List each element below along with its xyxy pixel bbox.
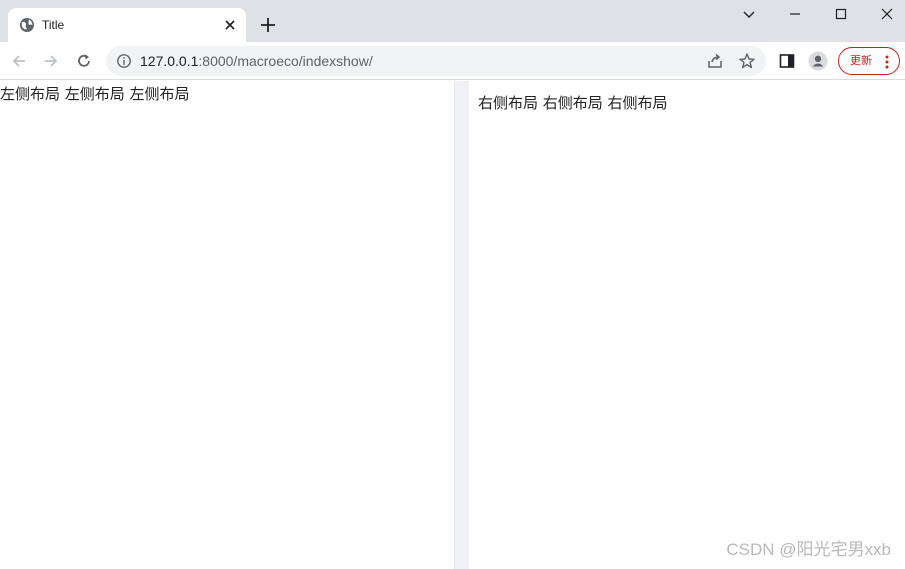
minimize-icon[interactable] xyxy=(787,6,803,22)
title-bar: Title xyxy=(0,0,905,42)
info-icon[interactable] xyxy=(116,53,132,69)
left-layout-pane: 左侧布局 左侧布局 左侧布局 xyxy=(0,81,454,569)
globe-icon xyxy=(20,18,34,32)
forward-arrow-icon[interactable] xyxy=(42,52,60,70)
more-vert-icon[interactable] xyxy=(884,54,890,70)
new-tab-plus-icon[interactable] xyxy=(259,16,277,34)
reload-icon[interactable] xyxy=(75,52,93,70)
share-icon[interactable] xyxy=(706,52,724,70)
profile-avatar-icon[interactable] xyxy=(808,51,828,71)
url-path: :8000/macroeco/indexshow/ xyxy=(198,53,373,69)
csdn-watermark: CSDN @阳光宅男xxb xyxy=(726,540,891,559)
browser-toolbar: 127.0.0.1:8000/macroeco/indexshow/ 更新 xyxy=(0,42,905,80)
address-bar[interactable]: 127.0.0.1:8000/macroeco/indexshow/ xyxy=(106,46,766,76)
left-layout-text: 左侧布局 左侧布局 左侧布局 xyxy=(0,85,190,103)
update-button-label: 更新 xyxy=(850,54,872,67)
side-panel-icon[interactable] xyxy=(778,52,796,70)
right-layout-text: 右侧布局 右侧布局 右侧布局 xyxy=(478,94,668,112)
update-button[interactable]: 更新 xyxy=(838,47,900,75)
right-layout-pane: 右侧布局 右侧布局 右侧布局 xyxy=(469,81,905,569)
bookmark-star-icon[interactable] xyxy=(738,52,756,70)
back-arrow-icon[interactable] xyxy=(10,52,28,70)
tab-title: Title xyxy=(42,18,65,32)
url-text[interactable]: 127.0.0.1:8000/macroeco/indexshow/ xyxy=(140,52,373,70)
browser-tab[interactable]: Title xyxy=(8,8,246,42)
maximize-icon[interactable] xyxy=(833,6,849,22)
window-close-icon[interactable] xyxy=(879,6,895,22)
page-content: 左侧布局 左侧布局 左侧布局 右侧布局 右侧布局 右侧布局 CSDN @阳光宅男… xyxy=(0,81,905,569)
close-icon[interactable] xyxy=(222,17,238,33)
url-host: 127.0.0.1 xyxy=(140,53,199,69)
tab-search-chevron-down-icon[interactable] xyxy=(741,6,757,22)
layout-divider[interactable] xyxy=(454,81,469,569)
